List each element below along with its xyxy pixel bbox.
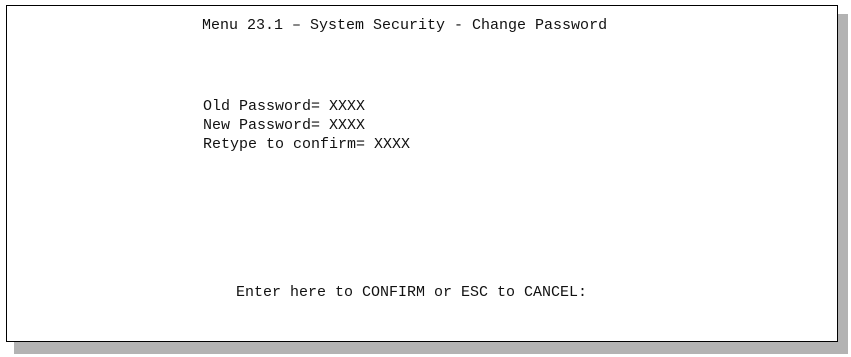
terminal-window: Menu 23.1 – System Security - Change Pas… xyxy=(6,5,838,342)
retype-password-label: Retype to confirm= xyxy=(203,136,375,153)
retype-password-row: Retype to confirm= XXXX xyxy=(203,136,410,153)
new-password-row: New Password= XXXX xyxy=(203,117,365,134)
confirm-cancel-prompt[interactable]: Enter here to CONFIRM or ESC to CANCEL: xyxy=(236,284,587,301)
old-password-row: Old Password= XXXX xyxy=(203,98,365,115)
new-password-label: New Password= xyxy=(203,117,330,134)
screen: Menu 23.1 – System Security - Change Pas… xyxy=(0,0,851,357)
old-password-label: Old Password= xyxy=(203,98,330,115)
retype-password-field[interactable]: XXXX xyxy=(374,136,410,153)
old-password-field[interactable]: XXXX xyxy=(329,98,365,115)
new-password-field[interactable]: XXXX xyxy=(329,117,365,134)
menu-title: Menu 23.1 – System Security - Change Pas… xyxy=(202,17,608,34)
